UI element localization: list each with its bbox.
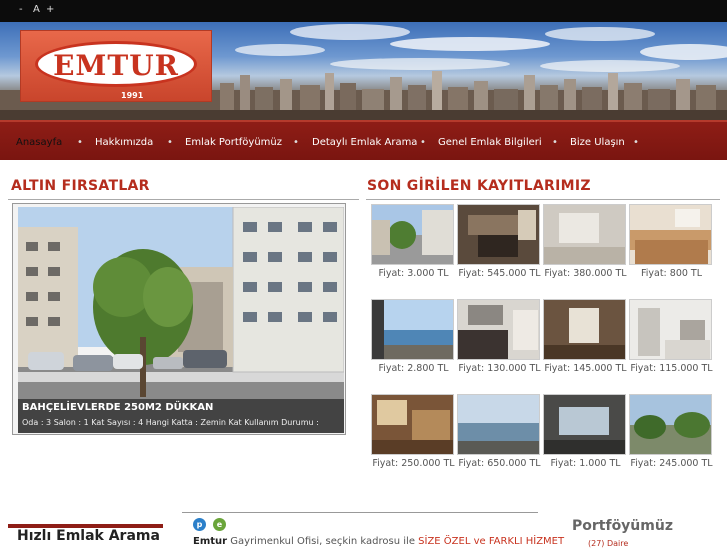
listing-thumbnail[interactable]	[543, 394, 626, 455]
listing-thumbnail[interactable]	[457, 299, 540, 360]
quick-search-title: Hızlı Emlak Arama	[17, 528, 160, 544]
section-divider	[8, 199, 359, 200]
nav-separator: •	[167, 137, 173, 148]
listing-thumbnail[interactable]	[543, 204, 626, 265]
listing-card[interactable]: Fiyat: 650.000 TL	[457, 394, 542, 489]
social-p-icon[interactable]: p	[193, 518, 206, 531]
intro-text: Emtur Gayrimenkul Ofisi, seçkin kadrosu …	[193, 536, 564, 547]
listing-thumbnail[interactable]	[371, 204, 454, 265]
listing-thumbnail[interactable]	[457, 204, 540, 265]
listing-card[interactable]: Fiyat: 115.000 TL	[629, 299, 714, 394]
listing-thumbnail[interactable]	[371, 394, 454, 455]
nav-item-anasayfa[interactable]: Anasayfa	[16, 137, 62, 148]
social-e-icon[interactable]: e	[213, 518, 226, 531]
featured-listing-title[interactable]: BAHÇELİEVLERDE 250M2 DÜKKAN	[22, 402, 213, 413]
listing-price: Fiyat: 115.000 TL	[630, 363, 713, 374]
nav-item-emlak-portfoy[interactable]: Emlak Portföyümüz	[185, 137, 282, 148]
nav-item-detayli-arama[interactable]: Detaylı Emlak Arama	[312, 137, 417, 148]
reset-font-button[interactable]: A	[33, 4, 40, 15]
son-kayitlar-title: SON GİRİLEN KAYITLARIMIZ	[367, 178, 591, 194]
nav-item-genel-bilgiler[interactable]: Genel Emlak Bilgileri	[438, 137, 542, 148]
listing-card[interactable]: Fiyat: 380.000 TL	[543, 204, 628, 299]
intro-highlight: SİZE ÖZEL ve FARKLI HİZMET	[418, 536, 565, 547]
section-divider	[182, 512, 538, 513]
emtur-logo[interactable]: EMTUR 1991	[20, 30, 212, 102]
logo-oval: EMTUR	[35, 41, 197, 87]
nav-separator: •	[77, 137, 83, 148]
listing-price: Fiyat: 145.000 TL	[544, 363, 627, 374]
main-nav: Anasayfa • Hakkımızda • Emlak Portföyümü…	[0, 120, 727, 160]
listing-card[interactable]: Fiyat: 245.000 TL	[629, 394, 714, 489]
nav-separator: •	[552, 137, 558, 148]
listing-price: Fiyat: 3.000 TL	[378, 268, 449, 279]
nav-item-hakkimizda[interactable]: Hakkımızda	[95, 137, 153, 148]
listing-price: Fiyat: 650.000 TL	[458, 458, 541, 469]
listing-price: Fiyat: 2.800 TL	[378, 363, 449, 374]
listing-card[interactable]: Fiyat: 545.000 TL	[457, 204, 542, 299]
listing-card[interactable]: Fiyat: 1.000 TL	[543, 394, 628, 489]
listing-thumbnail[interactable]	[371, 299, 454, 360]
portfolio-count[interactable]: (27) Daire	[588, 539, 628, 548]
listing-price: Fiyat: 130.000 TL	[458, 363, 541, 374]
listing-card[interactable]: Fiyat: 2.800 TL	[371, 299, 456, 394]
listing-thumbnail[interactable]	[629, 204, 712, 265]
listing-price: Fiyat: 250.000 TL	[372, 458, 455, 469]
logo-year: 1991	[121, 91, 144, 100]
listing-price: Fiyat: 245.000 TL	[630, 458, 713, 469]
listing-thumbnail[interactable]	[629, 394, 712, 455]
listing-thumbnail[interactable]	[543, 299, 626, 360]
listing-card[interactable]: Fiyat: 130.000 TL	[457, 299, 542, 394]
listing-price: Fiyat: 545.000 TL	[458, 268, 541, 279]
logo-text: EMTUR	[53, 49, 179, 82]
nav-separator: •	[420, 137, 426, 148]
listing-thumbnail[interactable]	[629, 299, 712, 360]
listing-price: Fiyat: 380.000 TL	[544, 268, 627, 279]
featured-listing-details: Oda : 3 Salon : 1 Kat Sayısı : 4 Hangi K…	[22, 418, 319, 427]
nav-item-bize-ulasin[interactable]: Bize Ulaşın	[570, 137, 625, 148]
listing-card[interactable]: Fiyat: 800 TL	[629, 204, 714, 299]
intro-body: Gayrimenkul Ofisi, seçkin kadrosu ile	[227, 536, 419, 547]
listing-card[interactable]: Fiyat: 3.000 TL	[371, 204, 456, 299]
increase-font-button[interactable]: +	[46, 4, 54, 15]
featured-listing[interactable]: BAHÇELİEVLERDE 250M2 DÜKKAN Oda : 3 Salo…	[12, 203, 346, 435]
listing-price: Fiyat: 800 TL	[640, 268, 703, 279]
listing-price: Fiyat: 1.000 TL	[550, 458, 621, 469]
header-banner: EMTUR 1991	[0, 22, 727, 120]
intro-brand: Emtur	[193, 536, 228, 547]
nav-separator: •	[293, 137, 299, 148]
listing-card[interactable]: Fiyat: 145.000 TL	[543, 299, 628, 394]
section-divider	[366, 199, 720, 200]
listing-thumbnail[interactable]	[457, 394, 540, 455]
font-size-toolbar: - A +	[0, 0, 727, 22]
portfolio-title: Portföyümüz	[572, 518, 673, 534]
decrease-font-button[interactable]: -	[19, 4, 23, 15]
nav-separator: •	[633, 137, 639, 148]
featured-listing-caption: BAHÇELİEVLERDE 250M2 DÜKKAN Oda : 3 Salo…	[18, 399, 344, 433]
altin-firsatlar-title: ALTIN FIRSATLAR	[11, 178, 150, 194]
listing-card[interactable]: Fiyat: 250.000 TL	[371, 394, 456, 489]
featured-listing-photo[interactable]: BAHÇELİEVLERDE 250M2 DÜKKAN Oda : 3 Salo…	[18, 207, 344, 433]
